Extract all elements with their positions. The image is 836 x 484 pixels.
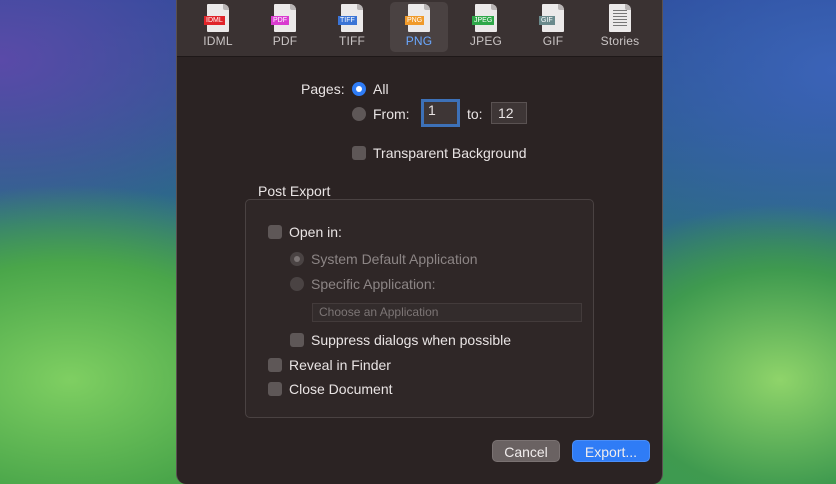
close-document-checkbox[interactable] (268, 382, 282, 396)
specific-app-radio[interactable] (290, 277, 304, 291)
tab-jpeg[interactable]: JPEG JPEG (457, 2, 515, 52)
system-default-radio[interactable] (290, 252, 304, 266)
pages-all-radio[interactable] (352, 82, 366, 96)
idml-file-icon: IDML (204, 4, 229, 32)
tab-png-label: PNG (405, 34, 433, 48)
open-in-checkbox[interactable] (268, 225, 282, 239)
reveal-in-finder-checkbox[interactable] (268, 358, 282, 372)
tab-jpeg-label: JPEG (469, 34, 503, 48)
pages-range-radio[interactable] (352, 107, 366, 121)
pages-label: Pages: (301, 81, 345, 97)
tab-idml-label: IDML (203, 34, 233, 48)
pages-to-label: to: (467, 106, 483, 122)
post-export-title: Post Export (258, 183, 331, 199)
tab-stories-label: Stories (600, 34, 640, 48)
pages-from-label: From: (373, 106, 410, 122)
pages-from-input[interactable]: 1 (421, 99, 460, 127)
tab-stories[interactable]: Stories (591, 2, 649, 52)
tab-tiff[interactable]: TIFF TIFF (323, 2, 381, 52)
pages-to-input[interactable]: 12 (491, 102, 527, 124)
open-in-label: Open in: (289, 224, 342, 240)
export-dialog: IDML IDML PDF PDF TIFF TIFF PNG PNG JPEG (176, 0, 663, 484)
pdf-file-icon: PDF (271, 4, 296, 32)
pages-all-label: All (373, 81, 389, 97)
tab-pdf[interactable]: PDF PDF (256, 2, 314, 52)
close-document-label: Close Document (289, 381, 393, 397)
tab-pdf-label: PDF (272, 34, 298, 48)
cancel-button[interactable]: Cancel (492, 440, 560, 462)
transparent-background-checkbox[interactable] (352, 146, 366, 160)
system-default-label: System Default Application (311, 251, 478, 267)
tiff-file-icon: TIFF (338, 4, 363, 32)
choose-application-field[interactable]: Choose an Application (312, 303, 582, 322)
suppress-dialogs-label: Suppress dialogs when possible (311, 332, 512, 348)
export-button[interactable]: Export... (572, 440, 650, 462)
specific-app-label: Specific Application: (311, 276, 436, 292)
tab-gif-label: GIF (542, 34, 564, 48)
suppress-dialogs-checkbox[interactable] (290, 333, 304, 347)
tab-png[interactable]: PNG PNG (390, 2, 448, 52)
tab-idml[interactable]: IDML IDML (189, 2, 247, 52)
gif-file-icon: GIF (539, 4, 564, 32)
reveal-in-finder-label: Reveal in Finder (289, 357, 391, 373)
stories-file-icon (609, 4, 631, 32)
transparent-background-label: Transparent Background (373, 145, 527, 161)
format-toolbar: IDML IDML PDF PDF TIFF TIFF PNG PNG JPEG (177, 0, 662, 57)
tab-tiff-label: TIFF (338, 34, 366, 48)
jpeg-file-icon: JPEG (472, 4, 497, 32)
png-file-icon: PNG (405, 4, 430, 32)
tab-gif[interactable]: GIF GIF (524, 2, 582, 52)
